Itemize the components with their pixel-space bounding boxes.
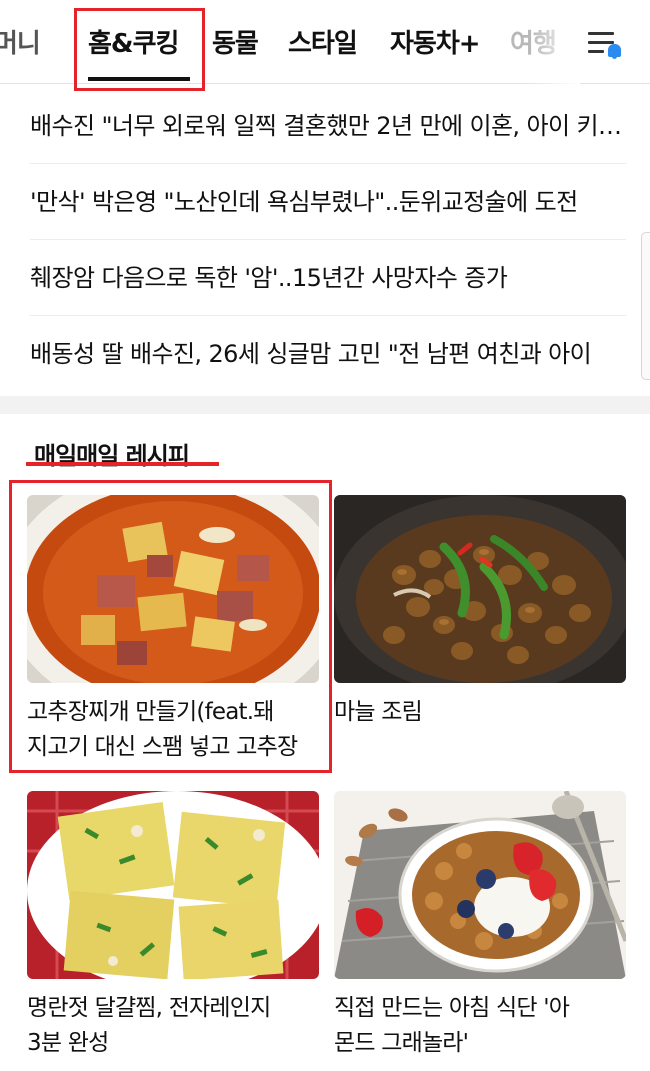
- steamed-egg-photo: [27, 791, 319, 979]
- section-title-underline: [26, 462, 219, 466]
- hamburger-menu-icon-line: [588, 50, 604, 53]
- menu-button[interactable]: [580, 24, 630, 64]
- tab-style[interactable]: 스타일: [288, 18, 358, 70]
- hamburger-menu-icon-line: [588, 41, 614, 44]
- tab-car[interactable]: 자동차+: [390, 18, 481, 70]
- recipe-title-line: 몬드 그래놀라': [334, 1030, 469, 1056]
- headline-item[interactable]: '만삭' 박은영 "노산인데 욕심부렸나"..둔위교정술에 도전: [30, 164, 626, 240]
- notification-bell-icon: [608, 44, 621, 59]
- tab-overflow-fade: [530, 0, 580, 84]
- annotation-highlight-tab: [74, 8, 205, 91]
- section-divider: [0, 396, 650, 414]
- tab-animal[interactable]: 동물: [212, 18, 259, 70]
- annotation-highlight-card: [9, 480, 332, 773]
- recipe-title: 직접 만드는 아침 식단 '아 몬드 그래놀라': [334, 991, 626, 1061]
- recipe-title-line: 직접 만드는 아침 식단 '아: [334, 995, 570, 1021]
- hamburger-menu-icon: [588, 32, 614, 35]
- recipe-title: 명란젓 달걀찜, 전자레인지 3분 완성: [27, 991, 319, 1061]
- almond-granola-photo: [334, 791, 626, 979]
- braised-garlic-photo: [334, 495, 626, 683]
- tab-money[interactable]: 머니: [0, 18, 41, 70]
- recipe-title: 마늘 조림: [334, 695, 626, 730]
- scroll-indicator[interactable]: [641, 232, 650, 380]
- recipe-title-line: 명란젓 달걀찜, 전자레인지: [27, 995, 271, 1021]
- headline-item[interactable]: 배동성 딸 배수진, 26세 싱글맘 고민 "전 남편 여친과 아이: [30, 316, 626, 392]
- recipe-title-line: 3분 완성: [27, 1030, 109, 1056]
- headline-item[interactable]: 췌장암 다음으로 독한 '암'..15년간 사망자수 증가: [30, 240, 626, 316]
- recipe-title-line: 마늘 조림: [334, 699, 423, 725]
- headline-item[interactable]: 배수진 "너무 외로워 일찍 결혼했만 2년 만에 이혼, 아이 키우며: [30, 88, 626, 164]
